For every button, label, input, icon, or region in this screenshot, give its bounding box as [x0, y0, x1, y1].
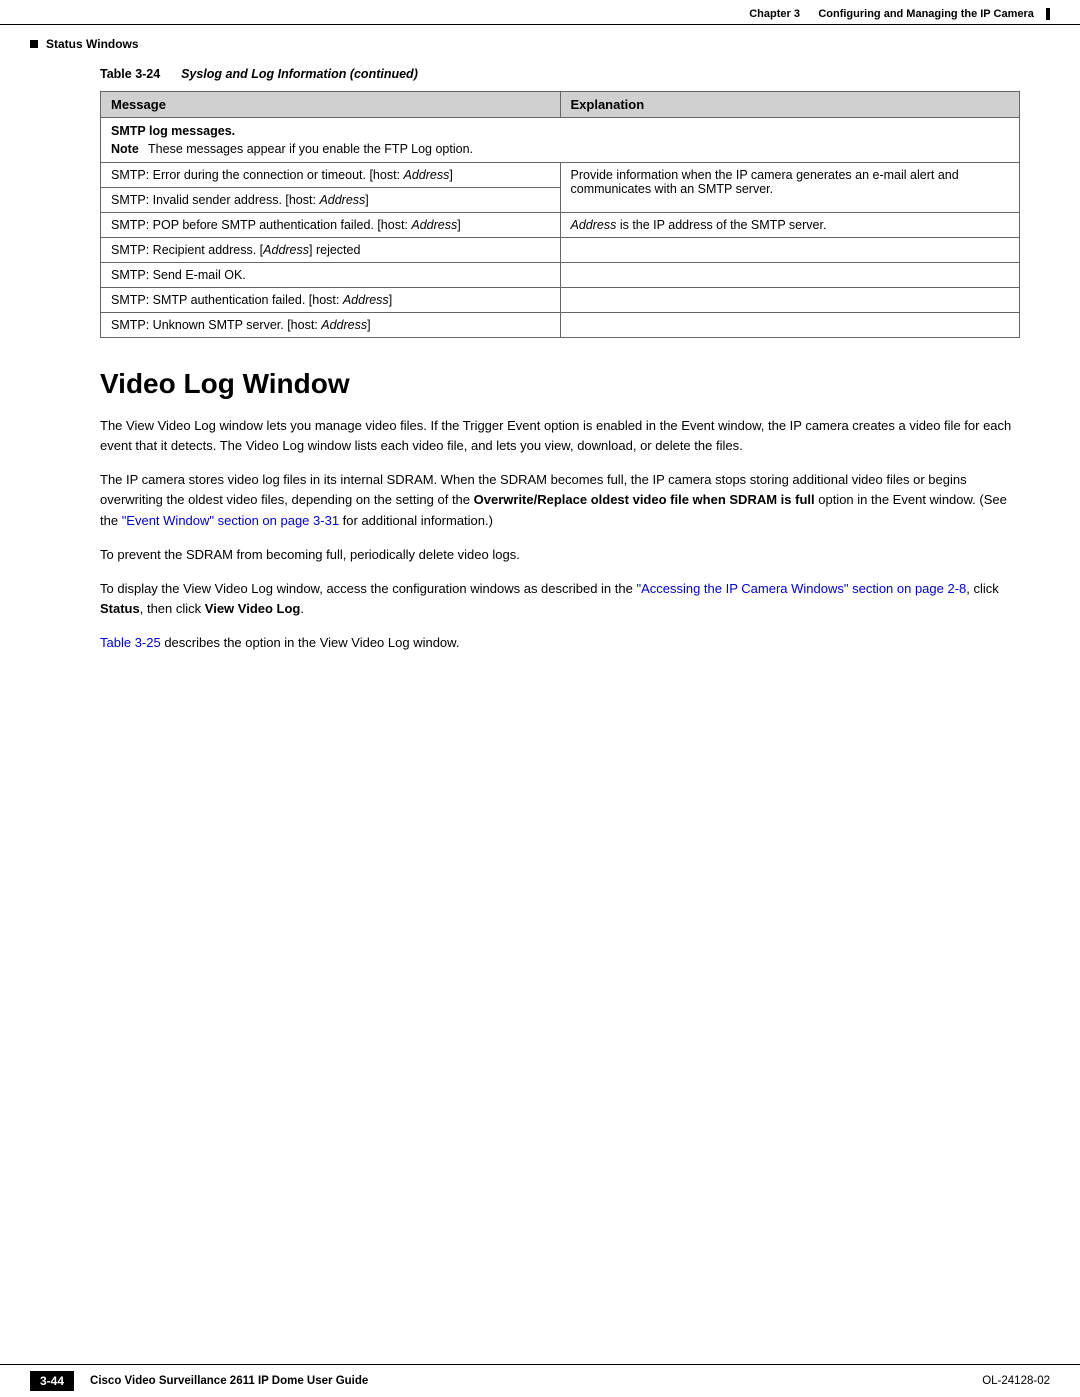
- para5-text-2: describes the option in the View Video L…: [161, 635, 460, 650]
- table-row: SMTP: Recipient address. [Address] rejec…: [101, 238, 1020, 263]
- table-row: SMTP: Error during the connection or tim…: [101, 163, 1020, 188]
- note-text: These messages appear if you enable the …: [148, 142, 473, 156]
- table-number: Table 3-24: [100, 67, 160, 81]
- para2-text-3: for additional information.): [339, 513, 493, 528]
- message-cell: SMTP: SMTP authentication failed. [host:…: [101, 288, 561, 313]
- explanation-cell: [560, 288, 1020, 313]
- explanation-cell: [560, 313, 1020, 338]
- explanation-cell: Address is the IP address of the SMTP se…: [560, 213, 1020, 238]
- section-label-text: Status Windows: [46, 37, 139, 51]
- header-pipe: [1046, 8, 1050, 20]
- body-para-1: The View Video Log window lets you manag…: [100, 416, 1020, 456]
- para4-bold1: Status: [100, 601, 140, 616]
- table-header-row: Message Explanation: [101, 92, 1020, 118]
- explanation-cell: [560, 263, 1020, 288]
- accessing-link[interactable]: "Accessing the IP Camera Windows" sectio…: [636, 581, 966, 596]
- chapter-label: Chapter 3 Configuring and Managing the I…: [749, 8, 1040, 20]
- table-row: SMTP: POP before SMTP authentication fai…: [101, 213, 1020, 238]
- main-content: Table 3-24 Syslog and Log Information (c…: [0, 57, 1080, 687]
- para4-bold2: View Video Log: [205, 601, 301, 616]
- table-3-25-link[interactable]: Table 3-25: [100, 635, 161, 650]
- col-explanation: Explanation: [560, 92, 1020, 118]
- table-title-text: Syslog and Log Information (continued): [181, 67, 418, 81]
- body-para-5: Table 3-25 describes the option in the V…: [100, 633, 1020, 653]
- col-message: Message: [101, 92, 561, 118]
- body-para-3: To prevent the SDRAM from becoming full,…: [100, 545, 1020, 565]
- doc-title: Cisco Video Surveillance 2611 IP Dome Us…: [90, 1375, 982, 1387]
- explanation-cell: [560, 238, 1020, 263]
- page-footer: 3-44 Cisco Video Surveillance 2611 IP Do…: [0, 1364, 1080, 1397]
- para2-bold: Overwrite/Replace oldest video file when…: [474, 492, 815, 507]
- table-title: Table 3-24 Syslog and Log Information (c…: [100, 67, 1020, 81]
- smtp-header-cell: SMTP log messages.: [101, 118, 1020, 141]
- para4-text-2: , click: [966, 581, 999, 596]
- body-para-2: The IP camera stores video log files in …: [100, 470, 1020, 530]
- para4-text-3: , then click: [140, 601, 205, 616]
- page-number: 3-44: [30, 1371, 74, 1391]
- section-heading: Video Log Window: [100, 368, 1020, 400]
- para4-text-4: .: [300, 601, 304, 616]
- event-window-link[interactable]: "Event Window" section on page 3-31: [122, 513, 339, 528]
- note-label: Note: [111, 142, 139, 156]
- smtp-header-row: SMTP log messages.: [101, 118, 1020, 141]
- page-header: Chapter 3 Configuring and Managing the I…: [0, 0, 1080, 25]
- message-cell: SMTP: Unknown SMTP server. [host: Addres…: [101, 313, 561, 338]
- message-cell: SMTP: Send E-mail OK.: [101, 263, 561, 288]
- message-cell: SMTP: POP before SMTP authentication fai…: [101, 213, 561, 238]
- table-row: SMTP: SMTP authentication failed. [host:…: [101, 288, 1020, 313]
- chapter-number: Chapter 3: [749, 8, 800, 20]
- message-cell: SMTP: Recipient address. [Address] rejec…: [101, 238, 561, 263]
- message-cell: SMTP: Invalid sender address. [host: Add…: [101, 188, 561, 213]
- explanation-cell: Provide information when the IP camera g…: [560, 163, 1020, 213]
- section-label-bar: Status Windows: [0, 31, 1080, 57]
- note-row: Note These messages appear if you enable…: [101, 140, 1020, 163]
- chapter-title: Configuring and Managing the IP Camera: [818, 8, 1034, 20]
- smtp-section-header: SMTP log messages.: [111, 124, 235, 138]
- table-row: SMTP: Unknown SMTP server. [host: Addres…: [101, 313, 1020, 338]
- table-row: SMTP: Send E-mail OK.: [101, 263, 1020, 288]
- para4-text-1: To display the View Video Log window, ac…: [100, 581, 636, 596]
- note-cell: Note These messages appear if you enable…: [101, 140, 1020, 163]
- body-para-4: To display the View Video Log window, ac…: [100, 579, 1020, 619]
- doc-number: OL-24128-02: [982, 1375, 1050, 1387]
- syslog-table: Message Explanation SMTP log messages. N…: [100, 91, 1020, 338]
- message-cell: SMTP: Error during the connection or tim…: [101, 163, 561, 188]
- bullet-icon: [30, 40, 38, 48]
